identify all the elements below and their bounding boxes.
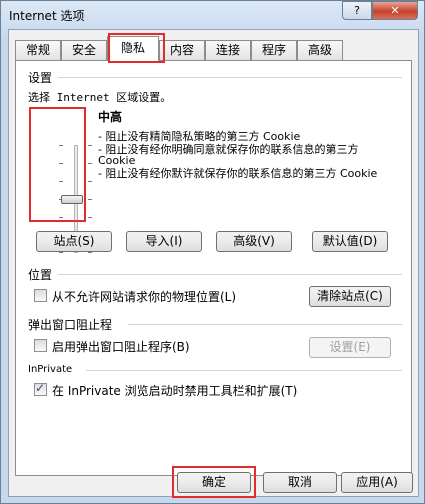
- privacy-description-1: - 阻止没有精简隐私策略的第三方 Cookie: [98, 130, 301, 143]
- slider-tick: [88, 252, 92, 253]
- privacy-panel: 设置 选择 Internet 区域设置。 中高 - 阻止没有精简隐私策略的第三方…: [15, 60, 412, 476]
- title-bar[interactable]: Internet 选项 ? ✕: [1, 1, 424, 29]
- inprivate-checkbox-label[interactable]: 在 InPrivate 浏览启动时禁用工具栏和扩展(T): [52, 382, 297, 399]
- highlight-ok-button: [172, 466, 256, 498]
- privacy-level-title: 中高: [98, 110, 123, 124]
- window-title: Internet 选项: [9, 9, 85, 23]
- location-section-label: 位置: [28, 268, 53, 282]
- privacy-description-2: - 阻止没有经你明确同意就保存你的联系信息的第三方 Cookie: [98, 143, 359, 167]
- tab-programs[interactable]: 程序: [251, 40, 297, 60]
- close-button[interactable]: ✕: [372, 1, 418, 20]
- slider-tick: [59, 252, 63, 253]
- inprivate-checkbox[interactable]: [34, 381, 47, 396]
- popup-checkbox-label[interactable]: 启用弹出窗口阻止程序(B): [52, 338, 190, 355]
- location-separator: [58, 274, 402, 275]
- dialog-client: 常规 安全 隐私 内容 连接 程序 高级 设置 选择 Internet 区域设置…: [8, 29, 419, 498]
- tab-content[interactable]: 内容: [159, 40, 205, 60]
- apply-button[interactable]: 应用(A): [341, 472, 413, 493]
- advanced-button[interactable]: 高级(V): [216, 231, 292, 252]
- cancel-button[interactable]: 取消: [263, 472, 337, 493]
- slider-tick: [88, 145, 92, 146]
- highlight-privacy-tab: [108, 33, 165, 63]
- slider-tick: [88, 199, 92, 200]
- tab-connections[interactable]: 连接: [205, 40, 251, 60]
- tab-security[interactable]: 安全: [61, 40, 107, 60]
- popup-checkbox[interactable]: [34, 339, 47, 352]
- slider-tick: [88, 163, 92, 164]
- internet-options-window: Internet 选项 ? ✕ 常规 安全 隐私 内容 连接 程序 高级 设置 …: [0, 0, 425, 504]
- default-button[interactable]: 默认值(D): [312, 231, 388, 252]
- tab-general[interactable]: 常规: [15, 40, 61, 60]
- sites-button[interactable]: 站点(S): [36, 231, 112, 252]
- popup-settings-button[interactable]: 设置(E): [309, 337, 391, 358]
- settings-section-label: 设置: [28, 71, 53, 85]
- help-button[interactable]: ?: [342, 1, 372, 20]
- tab-advanced[interactable]: 高级: [297, 40, 343, 60]
- slider-tick: [88, 217, 92, 218]
- settings-separator: [58, 77, 402, 78]
- popup-separator: [128, 324, 402, 325]
- location-checkbox-label[interactable]: 从不允许网站请求你的物理位置(L): [52, 288, 236, 305]
- location-checkbox[interactable]: [34, 289, 47, 302]
- inprivate-section-label: InPrivate: [28, 364, 73, 375]
- popup-section-label: 弹出窗口阻止程: [28, 318, 113, 332]
- zone-prompt: 选择 Internet 区域设置。: [28, 91, 172, 104]
- privacy-description-3: - 阻止没有经你默许就保存你的联系信息的第三方 Cookie: [98, 167, 378, 180]
- import-button[interactable]: 导入(I): [126, 231, 202, 252]
- highlight-slider: [29, 107, 86, 222]
- clear-sites-button[interactable]: 清除站点(C): [309, 286, 391, 307]
- slider-tick: [88, 181, 92, 182]
- inprivate-separator: [86, 370, 402, 371]
